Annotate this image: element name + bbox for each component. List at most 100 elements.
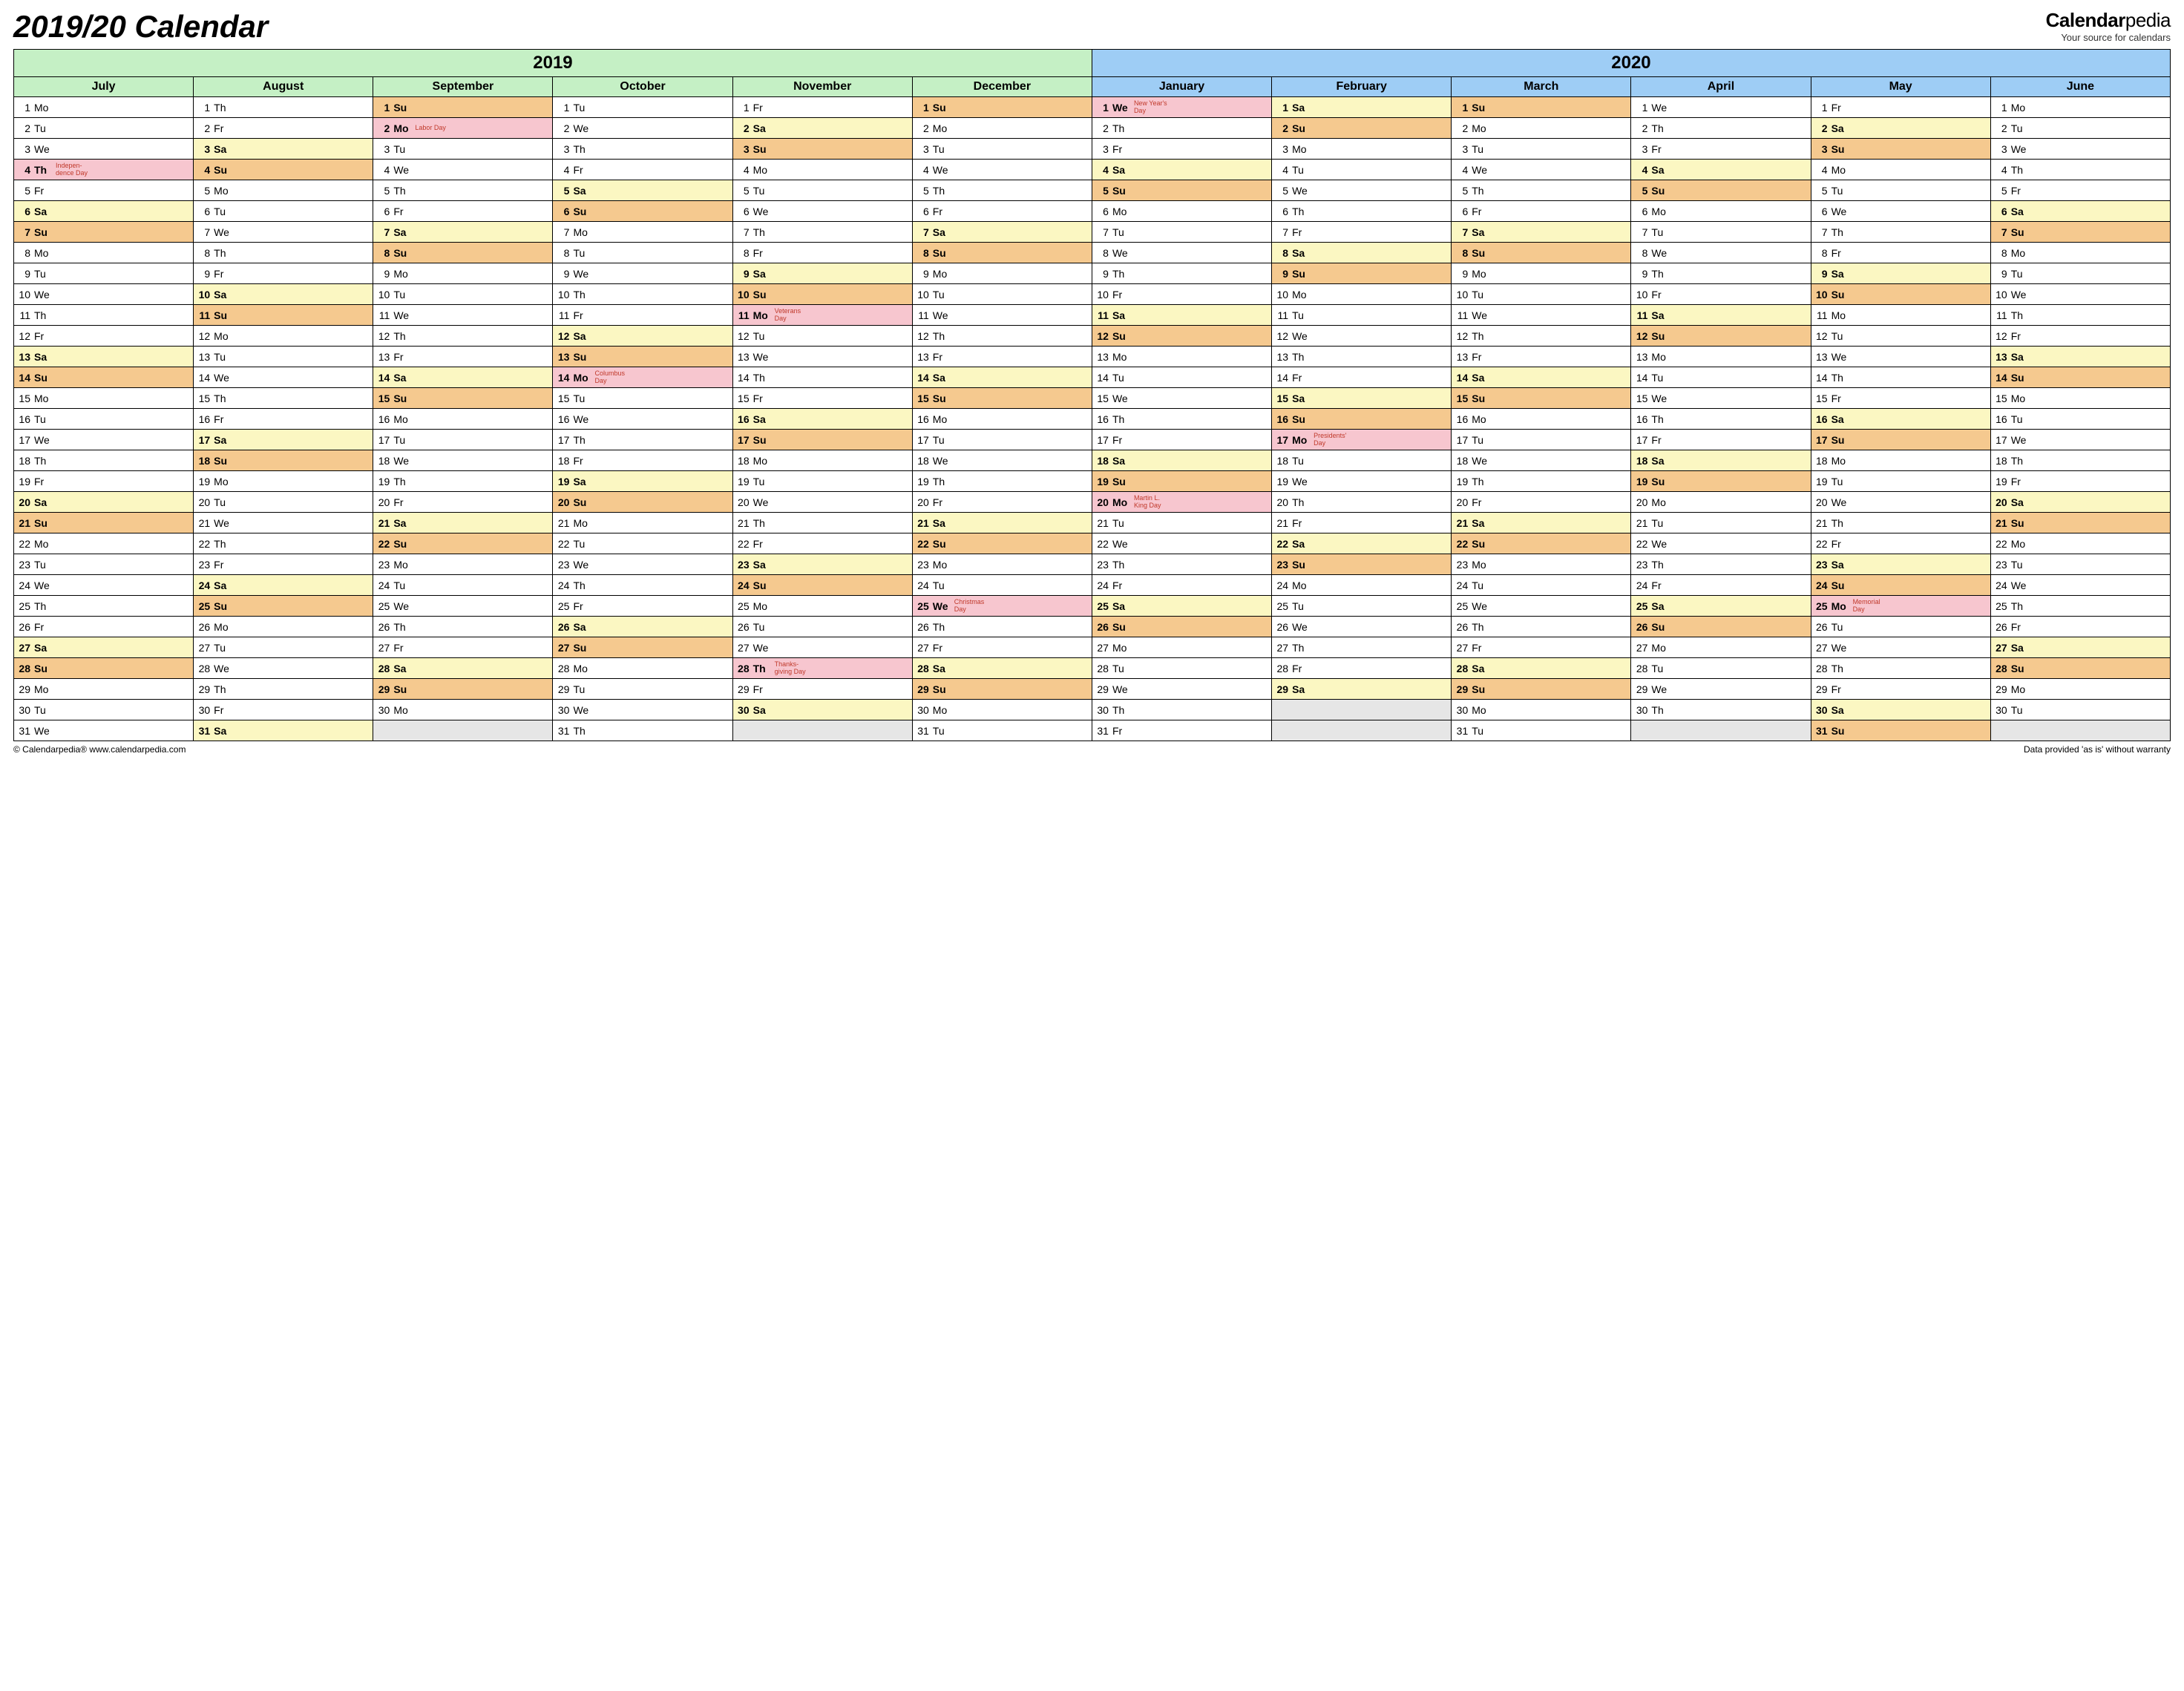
day-cell: 22We [1092,533,1271,554]
day-cell: 24Fr [1631,575,1811,596]
day-cell: 17Tu [373,430,553,450]
day-of-week: Tu [1292,309,1310,321]
day-number: 28 [1814,663,1828,674]
day-cell: 1Su [912,97,1092,118]
day-number: 6 [1994,206,2007,217]
day-number: 20 [197,496,210,508]
day-number: 1 [376,102,390,114]
day-cell: 24Su [1811,575,1990,596]
day-of-week: Th [1292,351,1310,363]
day-cell: 15Su [912,388,1092,409]
day-number: 11 [1095,309,1109,321]
day-cell: 25Fr [553,596,732,617]
day-of-week: Th [753,517,771,529]
day-number: 10 [1634,289,1647,301]
day-cell: 10Sa [194,284,373,305]
day-cell: 31Fr [1092,720,1271,741]
day-number: 24 [1634,579,1647,591]
day-number: 17 [17,434,30,446]
day-number: 25 [1455,600,1468,612]
day-cell: 8Mo [14,243,194,263]
day-of-week: Th [753,226,771,238]
day-of-week: Su [34,517,52,529]
day-cell: 10Fr [1092,284,1271,305]
day-of-week: Su [1292,413,1310,425]
day-cell: 9Th [1631,263,1811,284]
day-of-week: Su [1651,185,1669,197]
day-of-week: Su [1472,393,1489,404]
day-of-week: We [2011,143,2029,155]
day-cell: 25Sa [1092,596,1271,617]
day-cell: 27Sa [1990,637,2170,658]
day-number: 25 [1275,600,1288,612]
day-cell: 3Mo [1272,139,1452,160]
day-of-week: Sa [573,621,591,633]
day-cell: 2Mo [912,118,1092,139]
day-number: 2 [1814,122,1828,134]
day-cell: 5Th [912,180,1092,201]
day-of-week: Mo [2011,538,2029,550]
day-number: 9 [1275,268,1288,280]
day-cell: 21Sa [373,513,553,533]
day-of-week: We [2011,579,2029,591]
day-cell: 7Mo [553,222,732,243]
day-of-week: Fr [1651,289,1669,301]
day-of-week: Mo [1112,642,1130,654]
day-of-week: Fr [214,559,232,571]
day-of-week: Sa [1112,455,1130,467]
day-cell: 7We [194,222,373,243]
day-cell: 5Su [1092,180,1271,201]
day-cell: 21Sa [1452,513,1631,533]
day-of-week: Mo [214,330,232,342]
day-number: 5 [736,185,750,197]
calendar-row: 10We10Sa10Tu10Th10Su10Tu10Fr10Mo10Tu10Fr… [14,284,2171,305]
day-number: 20 [916,496,929,508]
day-number: 15 [1095,393,1109,404]
day-of-week: Fr [933,206,951,217]
day-number: 12 [1095,330,1109,342]
day-of-week: We [214,663,232,674]
day-of-week: We [573,413,591,425]
day-of-week: Fr [214,268,232,280]
day-of-week: We [34,579,52,591]
month-header: November [732,77,912,97]
day-number: 30 [1455,704,1468,716]
day-cell: 20Fr [1452,492,1631,513]
day-cell: 11We [373,305,553,326]
day-of-week: We [34,143,52,155]
day-number: 13 [197,351,210,363]
day-of-week: Tu [753,476,771,487]
day-number: 29 [1814,683,1828,695]
day-cell: 18Sa [1092,450,1271,471]
day-cell: 6Fr [912,201,1092,222]
day-number: 2 [1095,122,1109,134]
day-number: 4 [197,164,210,176]
day-cell: 8Su [373,243,553,263]
day-number: 24 [916,579,929,591]
day-of-week: Th [1472,185,1489,197]
day-of-week: Su [1832,579,1849,591]
day-cell: 27We [732,637,912,658]
day-number: 7 [1634,226,1647,238]
day-number: 12 [17,330,30,342]
day-number: 14 [17,372,30,384]
day-cell: 18Mo [732,450,912,471]
holiday-label: New Year'sDay [1134,100,1268,114]
day-number: 18 [1095,455,1109,467]
day-cell: 23Mo [912,554,1092,575]
day-number: 7 [1994,226,2007,238]
day-number: 25 [1634,600,1647,612]
day-cell: 31We [14,720,194,741]
day-of-week: Mo [573,517,591,529]
day-of-week: Sa [933,372,951,384]
day-number: 11 [17,309,30,321]
day-number: 5 [376,185,390,197]
day-of-week: Su [933,683,951,695]
day-of-week: Sa [2011,351,2029,363]
day-of-week: Fr [1472,496,1489,508]
day-cell: 1Mo [14,97,194,118]
day-of-week: Tu [34,559,52,571]
day-cell: 28Mo [553,658,732,679]
day-cell: 16Tu [1990,409,2170,430]
day-number: 24 [1455,579,1468,591]
